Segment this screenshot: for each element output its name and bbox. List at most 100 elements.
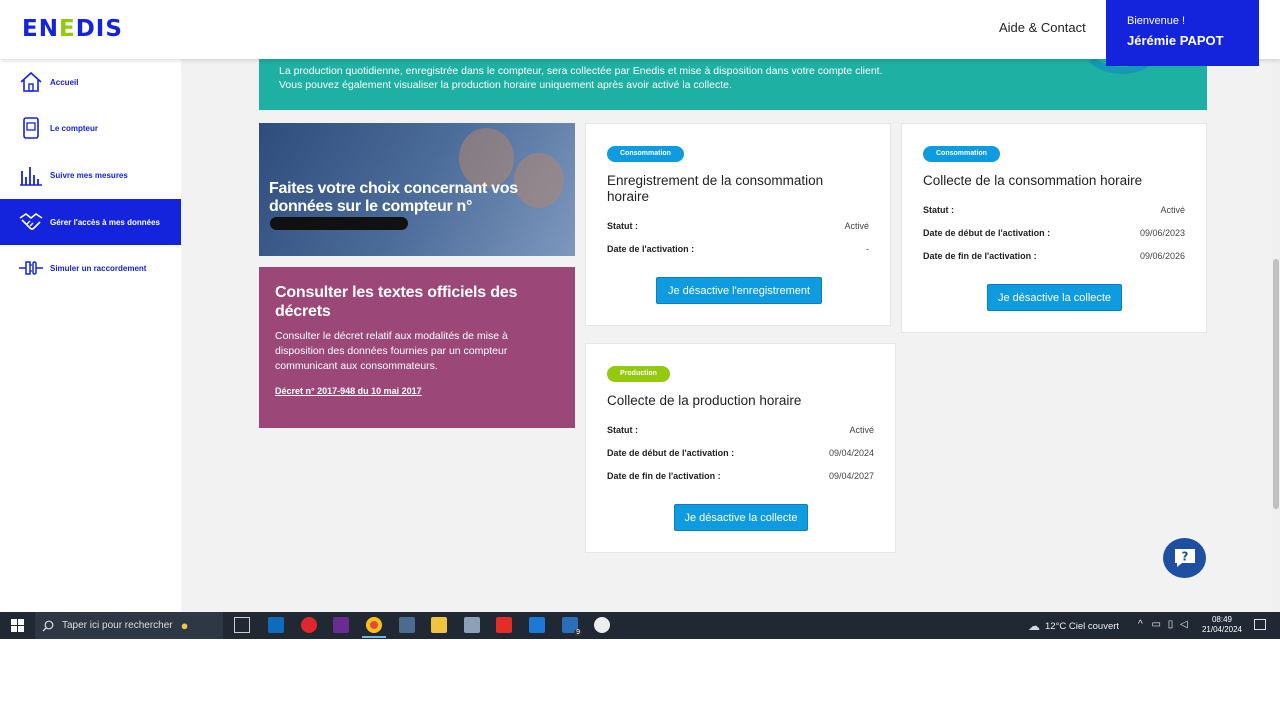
card-title: Collecte de la production horaire [607, 393, 802, 408]
statut-value: Activé [1160, 205, 1185, 215]
consommation-badge: Consommation [923, 146, 1000, 162]
meter-choice-title: Faites votre choix concernant vos donnée… [269, 180, 529, 234]
card-enregistrement-conso: Consommation Enregistrement de la consom… [585, 123, 891, 326]
maps-icon[interactable] [594, 617, 610, 633]
enedis-logo[interactable]: ENEDIS [22, 16, 123, 42]
start-date-row: Date de début de l'activation : [607, 448, 735, 458]
sidebar-nav: Accueil Le compteur Suivre mes mesures G… [0, 59, 181, 612]
task-view-icon[interactable] [234, 617, 250, 633]
sidebar-item-label: Accueil [50, 77, 79, 87]
chevron-up-icon[interactable]: ^ [1138, 619, 1143, 630]
heart-app-icon[interactable] [333, 617, 349, 633]
card-collecte-conso: Consommation Collecte de la consommation… [901, 123, 1207, 333]
end-date-row: Date de fin de l'activation : [923, 251, 1037, 261]
sidebar-item-gerer-acces[interactable]: Gérer l'accès à mes données [0, 199, 181, 245]
windows-taskbar: Taper ici pour rechercher ● 9 ☁ 12°C Cie… [0, 612, 1280, 639]
mail-badge-app-icon[interactable]: 9 [562, 617, 582, 636]
deactivate-production-collection-button[interactable]: Je désactive la collecte [674, 504, 808, 531]
production-badge: Production [607, 366, 670, 382]
card-collecte-prod: Production Collecte de la production hor… [585, 343, 896, 553]
page-scrollbar[interactable] [1272, 59, 1280, 612]
weather-widget[interactable]: ☁ 12°C Ciel couvert [1028, 619, 1119, 633]
main-content: La production quotidienne, enregistrée d… [181, 59, 1272, 612]
decrets-title: Consulter les textes officiels des décre… [275, 284, 518, 320]
network-icon[interactable]: ▭ [1151, 619, 1160, 630]
sidebar-item-label: Simuler un raccordement [50, 263, 147, 273]
notifications-icon[interactable] [1254, 619, 1266, 630]
sidebar-item-label: Le compteur [50, 123, 99, 133]
date-activation-row: Date de l'activation : [607, 244, 695, 254]
statut-row: Statut : [607, 221, 638, 231]
user-name: Jérémie PAPOT [1127, 33, 1224, 48]
search-icon [42, 620, 54, 631]
weather-text: 12°C Ciel couvert [1045, 620, 1120, 632]
sidebar-item-label: Suivre mes mesures [50, 170, 128, 180]
mail-icon[interactable] [529, 617, 545, 633]
start-date-value: 09/06/2023 [1139, 228, 1185, 238]
scrollbar-thumb[interactable] [1273, 259, 1279, 509]
user-account-button[interactable]: Bienvenue ! Jérémie PAPOT [1106, 0, 1259, 66]
card-title: Enregistrement de la consommation horair… [607, 173, 824, 204]
chat-question-icon: ? [1174, 549, 1195, 567]
chrome-icon[interactable] [362, 617, 386, 638]
decrets-card: Consulter les textes officiels des décre… [259, 267, 575, 428]
sidebar-item-compteur[interactable]: Le compteur [0, 105, 181, 151]
help-contact-link[interactable]: Aide & Contact [999, 20, 1086, 35]
calculator-icon[interactable] [399, 617, 415, 633]
decrets-text: Consulter le décret relatif aux modalité… [275, 330, 508, 372]
end-date-row: Date de fin de l'activation : [607, 471, 721, 481]
meter-choice-card[interactable]: Faites votre choix concernant vos donnée… [259, 123, 575, 256]
documents-icon[interactable] [464, 617, 480, 633]
meter-icon [18, 115, 44, 141]
top-header: ENEDIS Aide & Contact Bienvenue ! Jérémi… [0, 0, 1280, 66]
banner-line-2: Vous pouvez également visualiser la prod… [279, 79, 732, 91]
notification-count: 9 [574, 629, 582, 636]
sidebar-item-mesures[interactable]: Suivre mes mesures [0, 152, 181, 198]
system-tray[interactable]: ^ ▭ ▯ ◁ [1138, 619, 1188, 630]
youtube-icon[interactable] [496, 617, 512, 633]
handshake-icon [18, 209, 44, 235]
cloud-icon: ☁ [1028, 619, 1040, 633]
start-date-value: 09/04/2024 [828, 448, 874, 458]
statut-row: Statut : [607, 425, 638, 435]
sidebar-item-accueil[interactable]: Accueil [0, 59, 181, 105]
opera-icon[interactable] [301, 617, 317, 633]
deactivate-consumption-collection-button[interactable]: Je désactive la collecte [987, 284, 1122, 311]
start-date-row: Date de début de l'activation : [923, 228, 1051, 238]
taskbar-search-box[interactable]: Taper ici pour rechercher ● [35, 612, 223, 639]
photo-person-1 [459, 128, 514, 188]
blank-area [0, 639, 1280, 720]
chart-bars-icon [18, 162, 44, 188]
sidebar-item-label: Gérer l'accès à mes données [50, 217, 160, 227]
home-icon [18, 69, 44, 95]
svg-text:?: ? [1181, 550, 1188, 564]
end-date-value: 09/04/2027 [828, 471, 874, 481]
statut-row: Statut : [923, 205, 954, 215]
end-date-value: 09/06/2026 [1139, 251, 1185, 261]
volume-icon[interactable]: ◁ [1180, 619, 1188, 630]
deactivate-recording-button[interactable]: Je désactive l'enregistrement [656, 277, 822, 304]
consommation-badge: Consommation [607, 146, 684, 162]
taskbar-clock[interactable]: 08:49 21/04/2024 [1198, 615, 1246, 635]
statut-value: Activé [849, 425, 874, 435]
search-highlight-icon: ● [180, 618, 189, 633]
plug-icon [18, 255, 44, 281]
screen: ENEDIS Aide & Contact Bienvenue ! Jérémi… [0, 0, 1280, 720]
clock-date: 21/04/2024 [1201, 625, 1243, 634]
info-banner: La production quotidienne, enregistrée d… [259, 59, 1207, 110]
outlook-icon[interactable] [268, 617, 284, 633]
clock-time: 08:49 [1211, 615, 1233, 624]
redacted-meter-number [270, 217, 408, 230]
file-explorer-icon[interactable] [431, 617, 447, 633]
welcome-label: Bienvenue ! [1127, 15, 1186, 27]
card-title: Collecte de la consommation horaire [923, 173, 1143, 188]
date-activation-value: - [866, 244, 869, 254]
banner-line-1: La production quotidienne, enregistrée d… [279, 65, 883, 77]
sidebar-item-raccordement[interactable]: Simuler un raccordement [0, 245, 181, 291]
statut-value: Activé [844, 221, 869, 231]
battery-icon[interactable]: ▯ [1168, 619, 1174, 630]
decret-link[interactable]: Décret n° 2017-948 du 10 mai 2017 [275, 386, 559, 396]
windows-start-icon[interactable] [11, 619, 24, 632]
help-chat-button[interactable]: ? [1163, 538, 1206, 578]
search-placeholder: Taper ici pour rechercher [62, 620, 173, 631]
